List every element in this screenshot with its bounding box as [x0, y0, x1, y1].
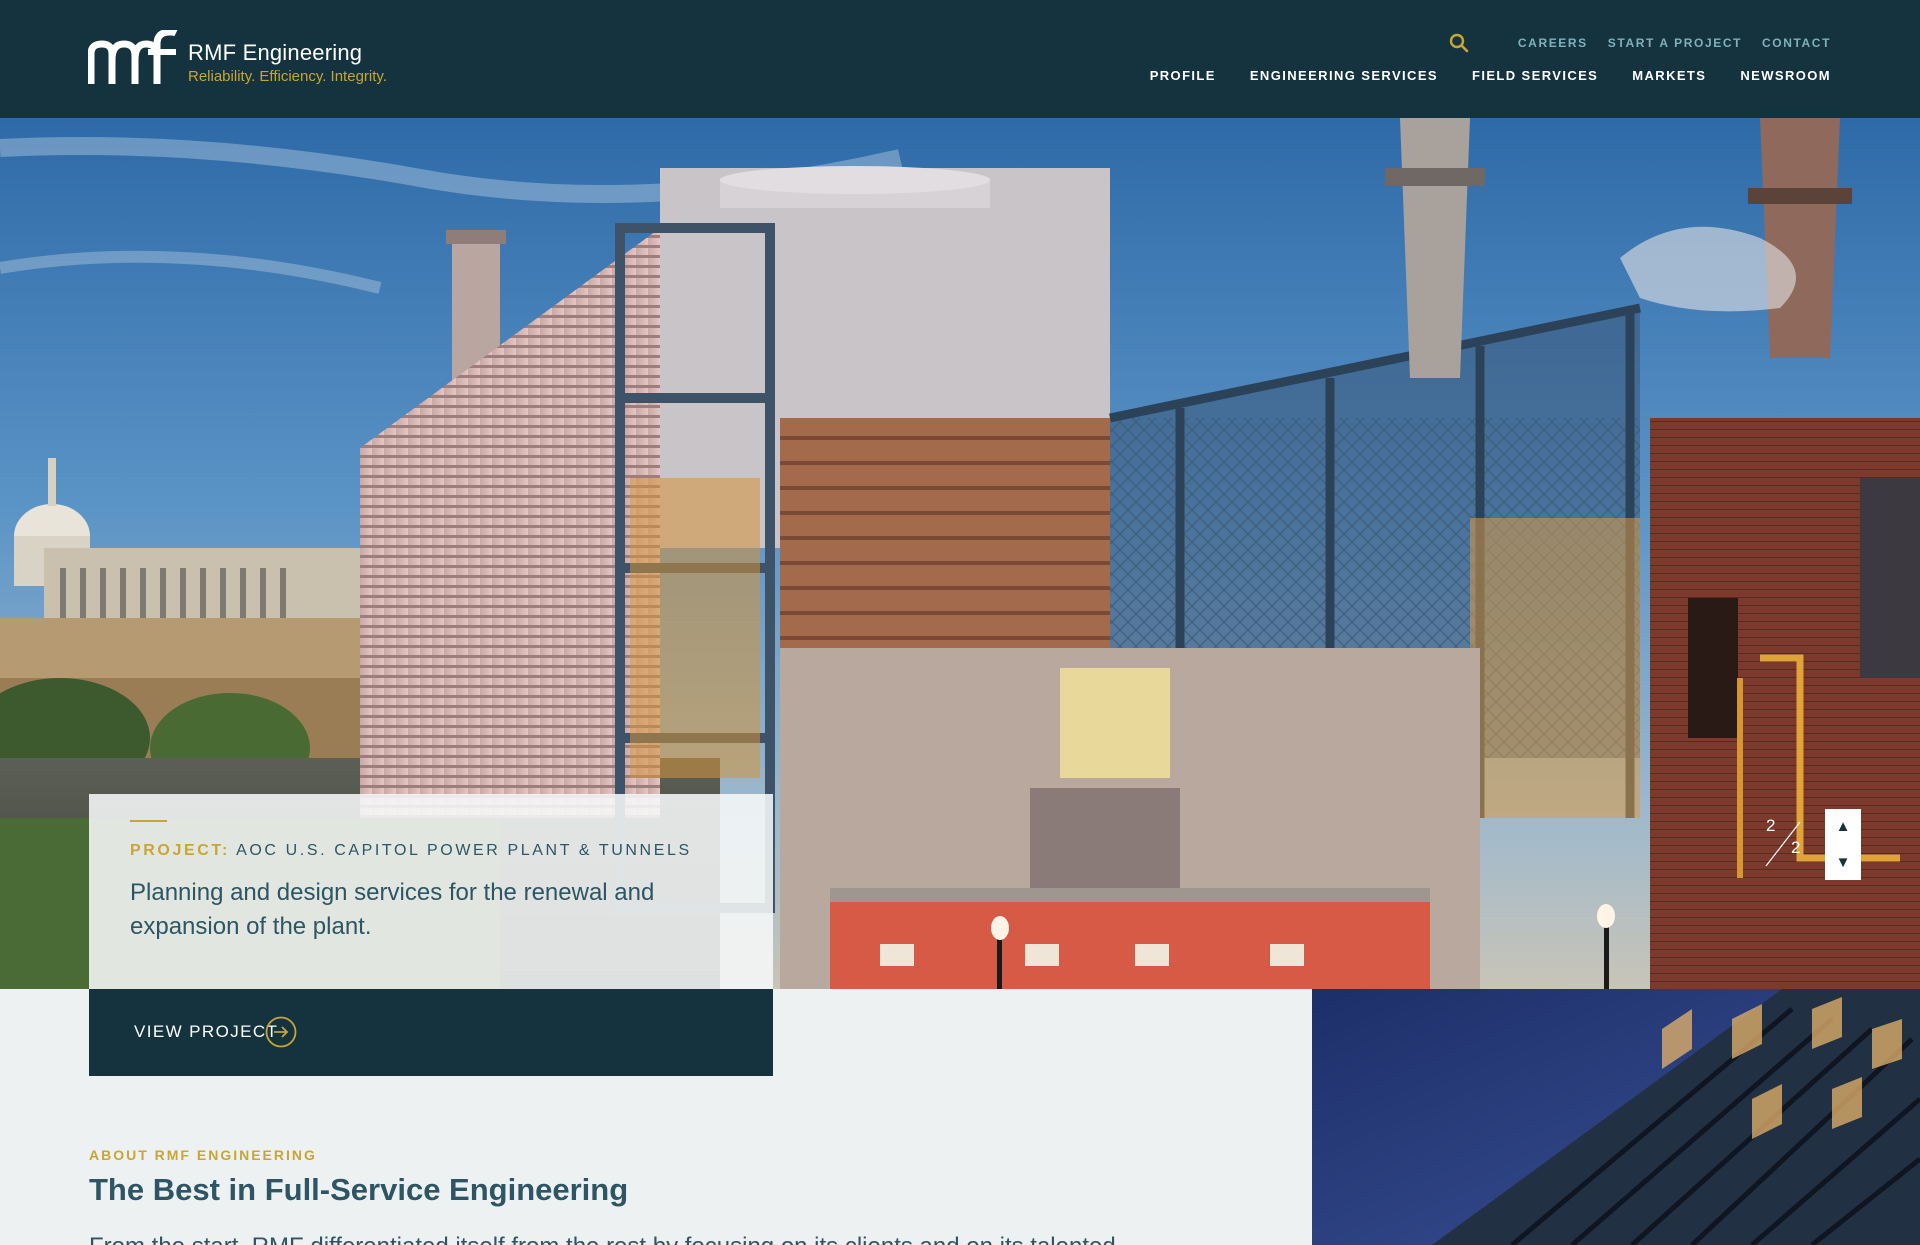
slide-prev-button[interactable]: ▲: [1825, 809, 1861, 844]
view-project-label: VIEW PROJECT: [134, 1022, 279, 1041]
slide-arrows: ▲ ▼: [1825, 809, 1861, 880]
about-photo-glass-building: [1312, 989, 1920, 1245]
nav-field-services[interactable]: FIELD SERVICES: [1472, 68, 1598, 83]
slide-counter: 2 2: [1758, 812, 1818, 872]
project-label: PROJECT:: [130, 842, 230, 859]
about-body: From the start, RMF differentiated itsel…: [89, 1233, 1116, 1245]
slide-total: 2: [1791, 838, 1801, 857]
main-nav: PROFILE ENGINEERING SERVICES FIELD SERVI…: [1116, 68, 1831, 83]
caption-divider: [130, 820, 167, 822]
rmf-logo-mark-icon: [88, 30, 178, 84]
about-title: The Best in Full-Service Engineering: [89, 1172, 629, 1207]
utility-nav: CAREERS START A PROJECT CONTACT: [1448, 32, 1831, 54]
start-a-project-link[interactable]: START A PROJECT: [1608, 36, 1742, 50]
brand-name: RMF Engineering: [188, 40, 363, 65]
contact-link[interactable]: CONTACT: [1762, 36, 1831, 50]
careers-link[interactable]: CAREERS: [1518, 36, 1588, 50]
page: RMF Engineering Reliability. Efficiency.…: [0, 0, 1920, 1245]
site-header: RMF Engineering Reliability. Efficiency.…: [0, 0, 1920, 118]
search-icon[interactable]: [1448, 32, 1470, 54]
logo-text: RMF Engineering Reliability. Efficiency.…: [188, 40, 387, 85]
brand-tagline: Reliability. Efficiency. Integrity.: [188, 68, 387, 85]
about-kicker: ABOUT RMF ENGINEERING: [89, 1147, 317, 1163]
triangle-down-icon: ▼: [1835, 854, 1851, 871]
nav-engineering-services[interactable]: ENGINEERING SERVICES: [1250, 68, 1438, 83]
hero-caption-card: PROJECT: AOC U.S. CAPITOL POWER PLANT & …: [89, 794, 773, 989]
site-logo[interactable]: RMF Engineering Reliability. Efficiency.…: [88, 30, 387, 86]
view-project-button[interactable]: VIEW PROJECT: [89, 989, 773, 1076]
nav-newsroom[interactable]: NEWSROOM: [1740, 68, 1831, 83]
project-description: Planning and design services for the ren…: [130, 879, 655, 940]
arrow-right-circle-icon: [265, 1016, 297, 1048]
slide-next-button[interactable]: ▼: [1825, 845, 1861, 880]
project-name: AOC U.S. CAPITOL POWER PLANT & TUNNELS: [236, 842, 692, 859]
project-heading: PROJECT: AOC U.S. CAPITOL POWER PLANT & …: [130, 842, 692, 860]
nav-profile[interactable]: PROFILE: [1150, 68, 1216, 83]
triangle-up-icon: ▲: [1835, 818, 1851, 835]
nav-markets[interactable]: MARKETS: [1632, 68, 1706, 83]
